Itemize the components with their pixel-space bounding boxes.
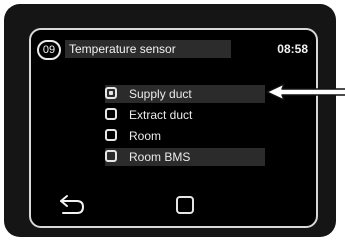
back-arrow-icon	[60, 195, 85, 214]
checkbox-icon[interactable]	[105, 87, 117, 99]
arrow-left-icon	[266, 83, 345, 101]
option-label: Room BMS	[129, 150, 191, 164]
device-frame: 09 Temperature sensor 08:58 Supply duct …	[4, 4, 336, 237]
square-button-icon[interactable]	[176, 196, 194, 214]
page-title: Temperature sensor	[69, 42, 176, 56]
option-label: Extract duct	[129, 108, 193, 122]
option-supply-duct[interactable]: Supply duct	[105, 85, 265, 103]
option-label: Supply duct	[129, 87, 192, 101]
back-button[interactable]	[55, 192, 89, 218]
option-room-bms[interactable]: Room BMS	[105, 148, 265, 166]
checkbox-icon[interactable]	[105, 108, 117, 120]
option-extract-duct[interactable]: Extract duct	[105, 106, 265, 124]
menu-number-badge: 09	[37, 40, 61, 60]
option-room[interactable]: Room	[105, 127, 265, 145]
title-bar: Temperature sensor	[65, 40, 231, 58]
checkbox-icon[interactable]	[105, 129, 117, 141]
header: 09 Temperature sensor 08:58	[31, 30, 316, 62]
checkbox-icon[interactable]	[105, 150, 117, 162]
display-screen: 09 Temperature sensor 08:58 Supply duct …	[29, 28, 318, 228]
clock-time: 08:58	[277, 42, 308, 56]
footer	[31, 186, 316, 226]
option-label: Room	[129, 129, 162, 143]
